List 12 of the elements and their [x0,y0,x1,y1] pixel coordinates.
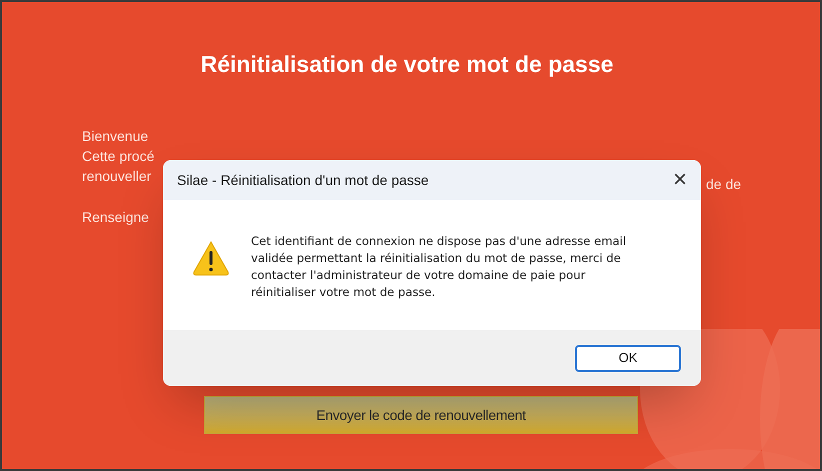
page-title: Réinitialisation de votre mot de passe [200,50,614,79]
prompt-text: Renseigne [82,208,149,226]
dialog-message: Cet identifiant de connexion ne dispose pas d'une adresse email validée permettant la réinitialisation du mot de passe, merci de contacter l'administrateur de votre domaine de paie pour réinitialiser votre mot de passe. [251,233,628,301]
send-code-button[interactable]: Envoyer le code de renouvellement [204,396,638,434]
intro-text: Bienvenue [82,126,148,146]
intro-text: de de [706,175,742,194]
close-button[interactable]: × [668,168,691,192]
dialog-title: Silae - Réinitialisation d'un mot de passe [177,170,429,190]
warning-icon [193,240,229,276]
ok-button[interactable]: OK [575,344,681,372]
intro-text: renouveller [82,166,152,186]
intro-text: Cette procé [82,146,154,166]
